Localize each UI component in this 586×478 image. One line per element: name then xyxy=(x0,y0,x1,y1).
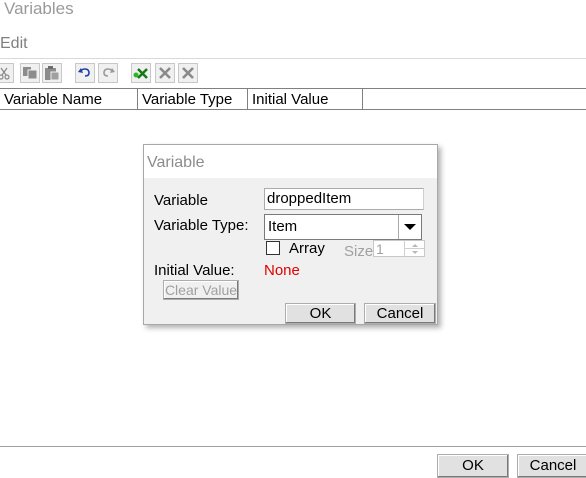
column-header-variable-type[interactable]: Variable Type xyxy=(138,89,248,109)
copy-icon[interactable] xyxy=(20,63,40,83)
undo-icon[interactable] xyxy=(75,63,95,83)
redo-icon[interactable] xyxy=(98,63,118,83)
clear-value-button[interactable]: Clear Value xyxy=(163,280,239,300)
paste-icon[interactable] xyxy=(42,63,62,83)
window-title: Variables xyxy=(4,0,74,18)
delete-icon[interactable] xyxy=(155,63,175,83)
delete-all-icon[interactable] xyxy=(178,63,198,83)
size-value: 1 xyxy=(376,241,384,257)
array-label: Array xyxy=(289,240,325,257)
toolbar xyxy=(0,62,586,86)
menu-edit[interactable]: Edit xyxy=(0,35,28,53)
size-spinner[interactable]: 1 xyxy=(373,240,425,257)
add-variable-icon[interactable] xyxy=(131,63,151,83)
variable-type-value: Item xyxy=(268,218,298,235)
variable-name-field[interactable]: droppedItem xyxy=(264,188,424,210)
column-header-initial-value[interactable]: Initial Value xyxy=(248,89,363,109)
footer-ok-button[interactable]: OK xyxy=(437,454,509,478)
initial-value: None xyxy=(264,262,300,279)
variable-dialog: Variable Variable droppedItem Variable T… xyxy=(143,144,438,325)
variable-type-select[interactable]: Item xyxy=(264,214,422,240)
initial-value-label: Initial Value: xyxy=(154,262,235,279)
variable-label: Variable xyxy=(154,192,208,209)
column-header-variable-name[interactable]: Variable Name xyxy=(0,89,138,109)
menubar: Edit xyxy=(0,34,586,56)
chevron-down-icon[interactable] xyxy=(398,215,421,239)
size-label: Size xyxy=(344,243,374,260)
footer-cancel-button[interactable]: Cancel xyxy=(517,454,586,478)
cut-icon[interactable] xyxy=(0,63,14,83)
menu-divider xyxy=(0,58,586,59)
dialog-cancel-button[interactable]: Cancel xyxy=(364,303,436,324)
variable-type-label: Variable Type: xyxy=(154,217,249,234)
array-checkbox[interactable] xyxy=(266,241,280,255)
dialog-title: Variable xyxy=(144,145,437,178)
variables-table-header: Variable Name Variable Type Initial Valu… xyxy=(0,88,586,110)
spinner-arrows-icon[interactable] xyxy=(404,241,425,256)
dialog-ok-button[interactable]: OK xyxy=(285,303,356,324)
footer-bar: OK Cancel xyxy=(0,446,586,478)
